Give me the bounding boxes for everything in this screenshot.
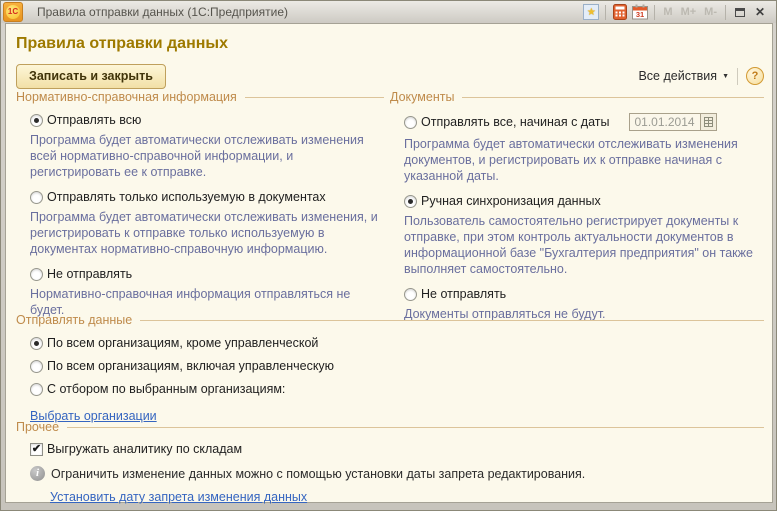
- svg-text:31: 31: [636, 10, 644, 19]
- titlebar-separator: [605, 5, 606, 20]
- titlebar: 1С Правила отправки данных (1С:Предприят…: [1, 1, 776, 23]
- section-documents-title: Документы: [390, 90, 454, 104]
- radio-all-orgs-except-management[interactable]: По всем организациям, кроме управленческ…: [30, 336, 764, 350]
- group-line: [140, 320, 764, 321]
- radio-icon[interactable]: [404, 116, 417, 129]
- radio-icon[interactable]: [30, 191, 43, 204]
- radio-nsi-send-all[interactable]: Отправлять всю: [30, 113, 384, 127]
- form-content: Правила отправки данных Записать и закры…: [5, 23, 773, 503]
- section-other-title: Прочее: [16, 420, 59, 434]
- docs-send-from-date-description: Программа будет автоматически отслеживат…: [404, 136, 764, 184]
- group-line: [245, 97, 384, 98]
- favorites-star-icon[interactable]: ★: [581, 3, 601, 21]
- radio-nsi-send-used[interactable]: Отправлять только используемую в докумен…: [30, 190, 384, 204]
- radio-icon[interactable]: [404, 288, 417, 301]
- radio-all-orgs-including-management[interactable]: По всем организациям, включая управленче…: [30, 359, 764, 373]
- checkbox-icon[interactable]: ✔: [30, 443, 43, 456]
- group-line: [67, 427, 764, 428]
- radio-icon[interactable]: [30, 337, 43, 350]
- maximize-button[interactable]: [730, 3, 750, 21]
- radio-docs-manual-sync[interactable]: Ручная синхронизация данных: [404, 194, 764, 208]
- page-title: Правила отправки данных: [16, 35, 228, 53]
- help-button[interactable]: ?: [746, 67, 764, 85]
- toolbar: Записать и закрыть Все действия ▼ ?: [16, 63, 764, 89]
- calendar-grid-icon: [704, 117, 713, 127]
- nsi-send-used-description: Программа будет автоматически отслеживат…: [30, 209, 382, 257]
- 1c-logo-text: 1С: [6, 5, 20, 19]
- maximize-icon: [735, 8, 745, 17]
- close-icon: ✕: [755, 5, 765, 19]
- calculator-icon[interactable]: [610, 3, 630, 21]
- nsi-send-all-description: Программа будет автоматически отслеживат…: [30, 132, 382, 180]
- titlebar-separator: [654, 5, 655, 20]
- window-title: Правила отправки данных (1С:Предприятие): [37, 5, 288, 19]
- all-actions-button[interactable]: Все действия ▼: [638, 69, 729, 83]
- docs-manual-sync-description: Пользователь самостоятельно регистрирует…: [404, 213, 764, 277]
- app-window: 1С Правила отправки данных (1С:Предприят…: [0, 0, 777, 511]
- date-picker-button[interactable]: [701, 113, 717, 131]
- toolbar-separator: [737, 68, 738, 85]
- 1c-logo-icon: 1С: [3, 2, 23, 22]
- memory-m-button[interactable]: М: [659, 6, 676, 18]
- section-nsi-title: Нормативно-справочная информация: [16, 90, 237, 104]
- info-text: Ограничить изменение данных можно с помо…: [51, 467, 585, 481]
- radio-selected-orgs[interactable]: С отбором по выбранным организациям:: [30, 382, 764, 396]
- radio-nsi-dont-send[interactable]: Не отправлять: [30, 267, 384, 281]
- radio-docs-dont-send[interactable]: Не отправлять: [404, 287, 764, 301]
- radio-docs-send-from-date[interactable]: Отправлять все, начиная с даты: [404, 113, 764, 131]
- titlebar-separator: [725, 5, 726, 20]
- chevron-down-icon: ▼: [722, 73, 729, 80]
- checkbox-export-warehouse-analytics[interactable]: ✔ Выгружать аналитику по складам: [30, 442, 764, 456]
- section-nsi: Нормативно-справочная информация Отправл…: [16, 90, 384, 328]
- group-line: [462, 97, 764, 98]
- start-date-field[interactable]: [629, 113, 701, 131]
- titlebar-controls: ★ 31 М М+: [581, 1, 776, 23]
- memory-m-plus-button[interactable]: М+: [677, 6, 701, 18]
- radio-icon[interactable]: [30, 114, 43, 127]
- save-and-close-button[interactable]: Записать и закрыть: [16, 64, 166, 89]
- close-button[interactable]: ✕: [750, 3, 770, 21]
- calendar-icon[interactable]: 31: [630, 3, 650, 21]
- radio-icon[interactable]: [30, 268, 43, 281]
- radio-icon[interactable]: [30, 383, 43, 396]
- section-send-data: Отправлять данные По всем организациям, …: [16, 313, 764, 425]
- section-send-data-title: Отправлять данные: [16, 313, 132, 327]
- memory-m-minus-button[interactable]: М-: [700, 6, 721, 18]
- section-other: Прочее ✔ Выгружать аналитику по складам …: [16, 420, 764, 506]
- radio-icon[interactable]: [30, 360, 43, 373]
- info-icon: i: [30, 466, 45, 481]
- set-restriction-date-link[interactable]: Установить дату запрета изменения данных: [50, 490, 307, 504]
- radio-icon[interactable]: [404, 195, 417, 208]
- section-documents: Документы Отправлять все, начиная с даты…: [390, 90, 764, 332]
